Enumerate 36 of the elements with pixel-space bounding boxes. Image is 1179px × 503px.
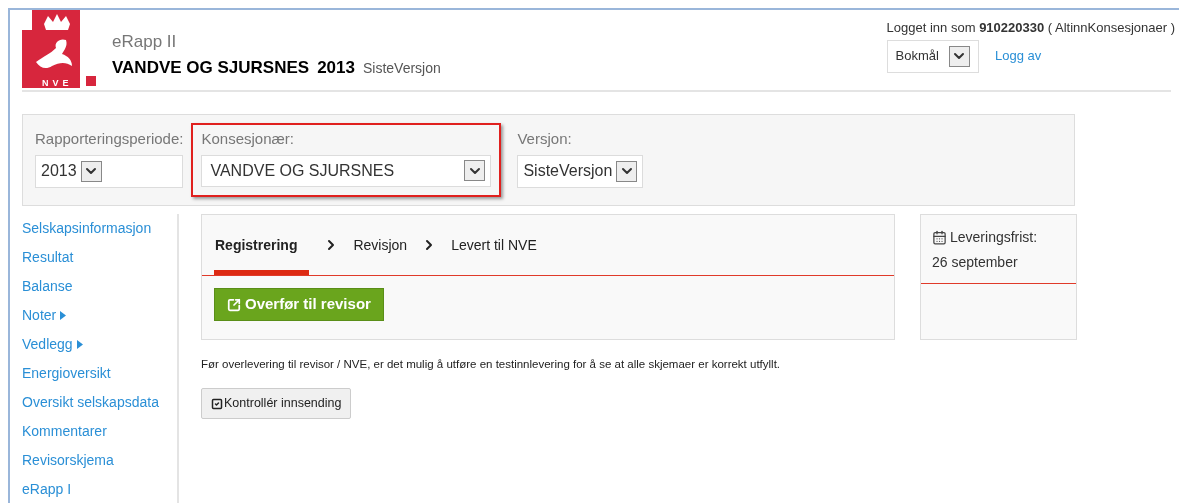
share-icon: [227, 297, 241, 312]
calendar-icon: [932, 230, 947, 245]
deadline-label: Leveringsfrist:: [950, 228, 1038, 247]
year-title: 2013: [317, 56, 355, 79]
filter-label: Konsesjonær:: [201, 129, 295, 149]
sidebar-item[interactable]: Vedlegg: [22, 330, 177, 359]
sidebar-item[interactable]: Selskapsinformasjon: [22, 214, 177, 243]
dropdown[interactable]: VANDVE OG SJURSNES: [201, 154, 492, 187]
workflow-step[interactable]: Revisjon: [353, 215, 408, 275]
deadline-date: 26 september: [932, 253, 1019, 272]
workflow-step[interactable]: Registrering: [214, 215, 310, 275]
dropdown[interactable]: SisteVersjon: [517, 154, 644, 188]
expand-arrow-icon: [60, 311, 67, 320]
expand-arrow-icon: [76, 340, 83, 349]
sidebar-item[interactable]: Kommentarer: [22, 417, 177, 446]
transfer-button[interactable]: Overfør til revisor: [214, 288, 384, 321]
filter-label: Rapporteringsperiode:: [35, 129, 184, 149]
check-button[interactable]: Kontrollér innsending: [201, 388, 352, 420]
version-title: SisteVersjon: [362, 58, 441, 78]
login-status: Logget inn som 910220330 ( AltinnKonsesjonaer ): [886, 19, 1175, 37]
workflow-step[interactable]: Levert til NVE: [451, 215, 537, 275]
dropdown[interactable]: 2013: [35, 154, 184, 188]
checkbox-icon: [211, 397, 223, 410]
sidebar-item[interactable]: Oversikt selskapsdata: [22, 388, 177, 417]
sidebar-item[interactable]: Energioversikt: [22, 359, 177, 388]
sidebar-item[interactable]: Resultat: [22, 243, 177, 272]
language-select[interactable]: Bokmål: [886, 39, 979, 73]
company-title: VANDVE OG SJURSNES: [112, 56, 310, 79]
info-text: Før overlevering til revisor / NVE, er det mulig å utføre en testinnlevering for å se at alle skjemaer er korrekt utfyllt.: [201, 357, 782, 372]
sidebar-item[interactable]: Noter: [22, 301, 177, 330]
filter-label: Versjon:: [517, 129, 573, 149]
sidebar-item[interactable]: Revisorskjema: [22, 446, 177, 475]
sidebar-item[interactable]: Balanse: [22, 272, 177, 301]
app-name: eRapp II: [112, 31, 178, 53]
sidebar-item[interactable]: eRapp I: [22, 475, 177, 503]
logout-link[interactable]: Logg av: [994, 46, 1042, 66]
